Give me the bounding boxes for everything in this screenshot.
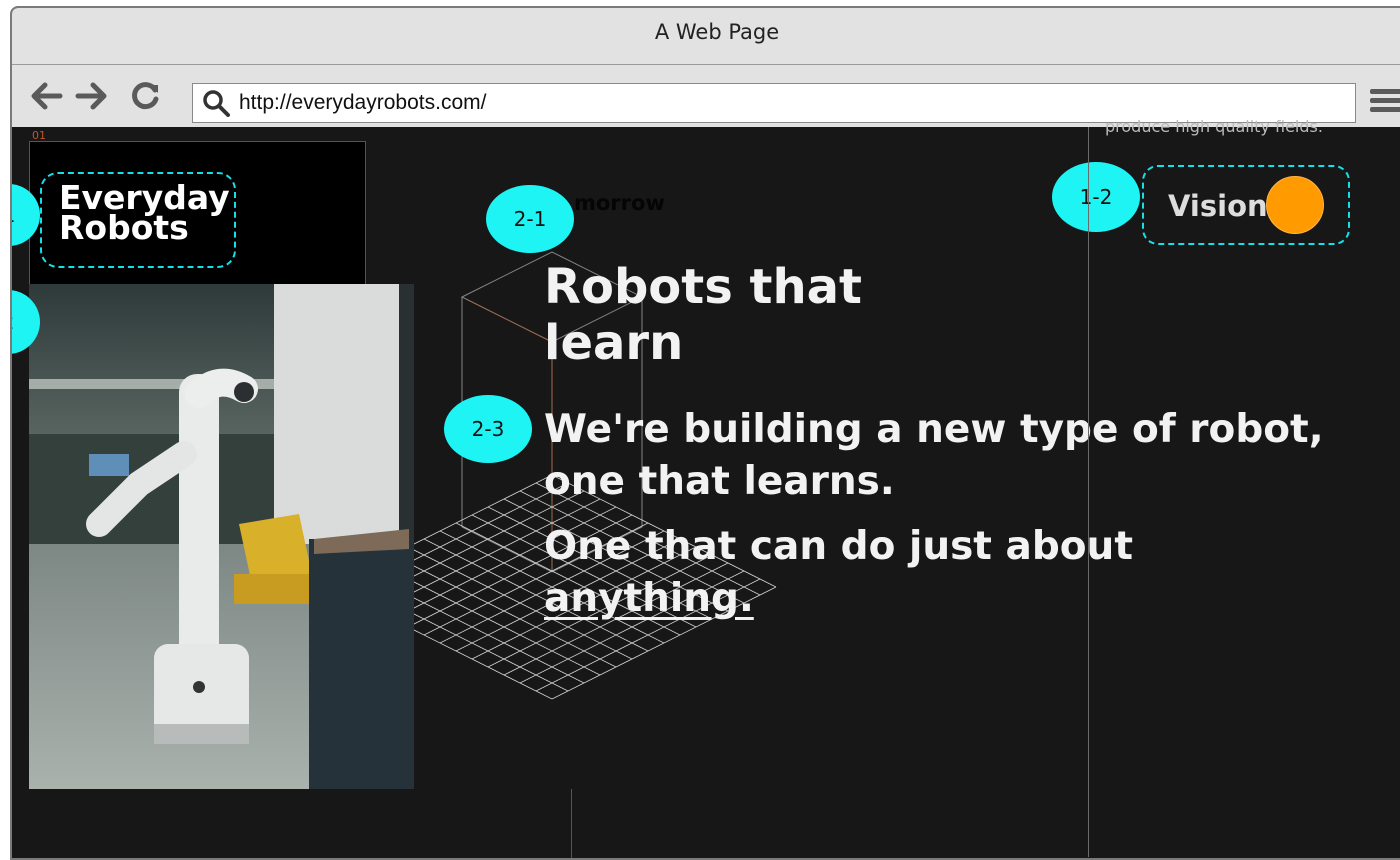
url-text: http://everydayrobots.com/ <box>239 91 487 114</box>
window-title: A Web Page <box>654 20 780 44</box>
intro-text: One that can do just about <box>544 524 1133 569</box>
anything-link[interactable]: anything. <box>544 576 754 621</box>
intro-paragraph: We're building a new type of robot, one … <box>544 407 1324 504</box>
page-headline: Robots that learn <box>544 259 862 371</box>
vision-toggle-button[interactable] <box>1266 176 1324 234</box>
forward-arrow-icon[interactable] <box>74 79 108 113</box>
headline-line-2: learn <box>544 315 684 371</box>
annotation-badge-1-2: 1-2 <box>1052 162 1140 232</box>
eyebrow-text: morrow <box>574 191 665 215</box>
hamburger-menu-icon[interactable] <box>1370 85 1400 121</box>
reload-icon[interactable] <box>129 79 163 113</box>
site-logo[interactable]: Everyday Robots <box>59 181 230 247</box>
annotation-badge-2-3: 2-3 <box>444 395 532 463</box>
search-icon <box>201 88 231 122</box>
intro-paragraph-2: One that can do just about anything. <box>544 521 1244 625</box>
back-arrow-icon[interactable] <box>30 79 64 113</box>
headline-line-1: Robots that <box>544 259 862 315</box>
cropped-top-text: produce high quality fields. <box>1105 117 1323 136</box>
logo-line-2: Robots <box>59 208 189 247</box>
bottom-divider <box>571 789 572 858</box>
vision-nav-link[interactable]: Vision <box>1168 189 1268 223</box>
page-content: produce high quality fields. 01 Everyday… <box>12 117 1400 858</box>
browser-window: A Web Page http://everydayrobots.com/ pr… <box>10 6 1400 860</box>
title-bar: A Web Page <box>12 8 1400 65</box>
annotation-badge-2-1: 2-1 <box>486 185 574 253</box>
column-divider <box>1088 127 1089 857</box>
robot-photo <box>29 284 414 789</box>
